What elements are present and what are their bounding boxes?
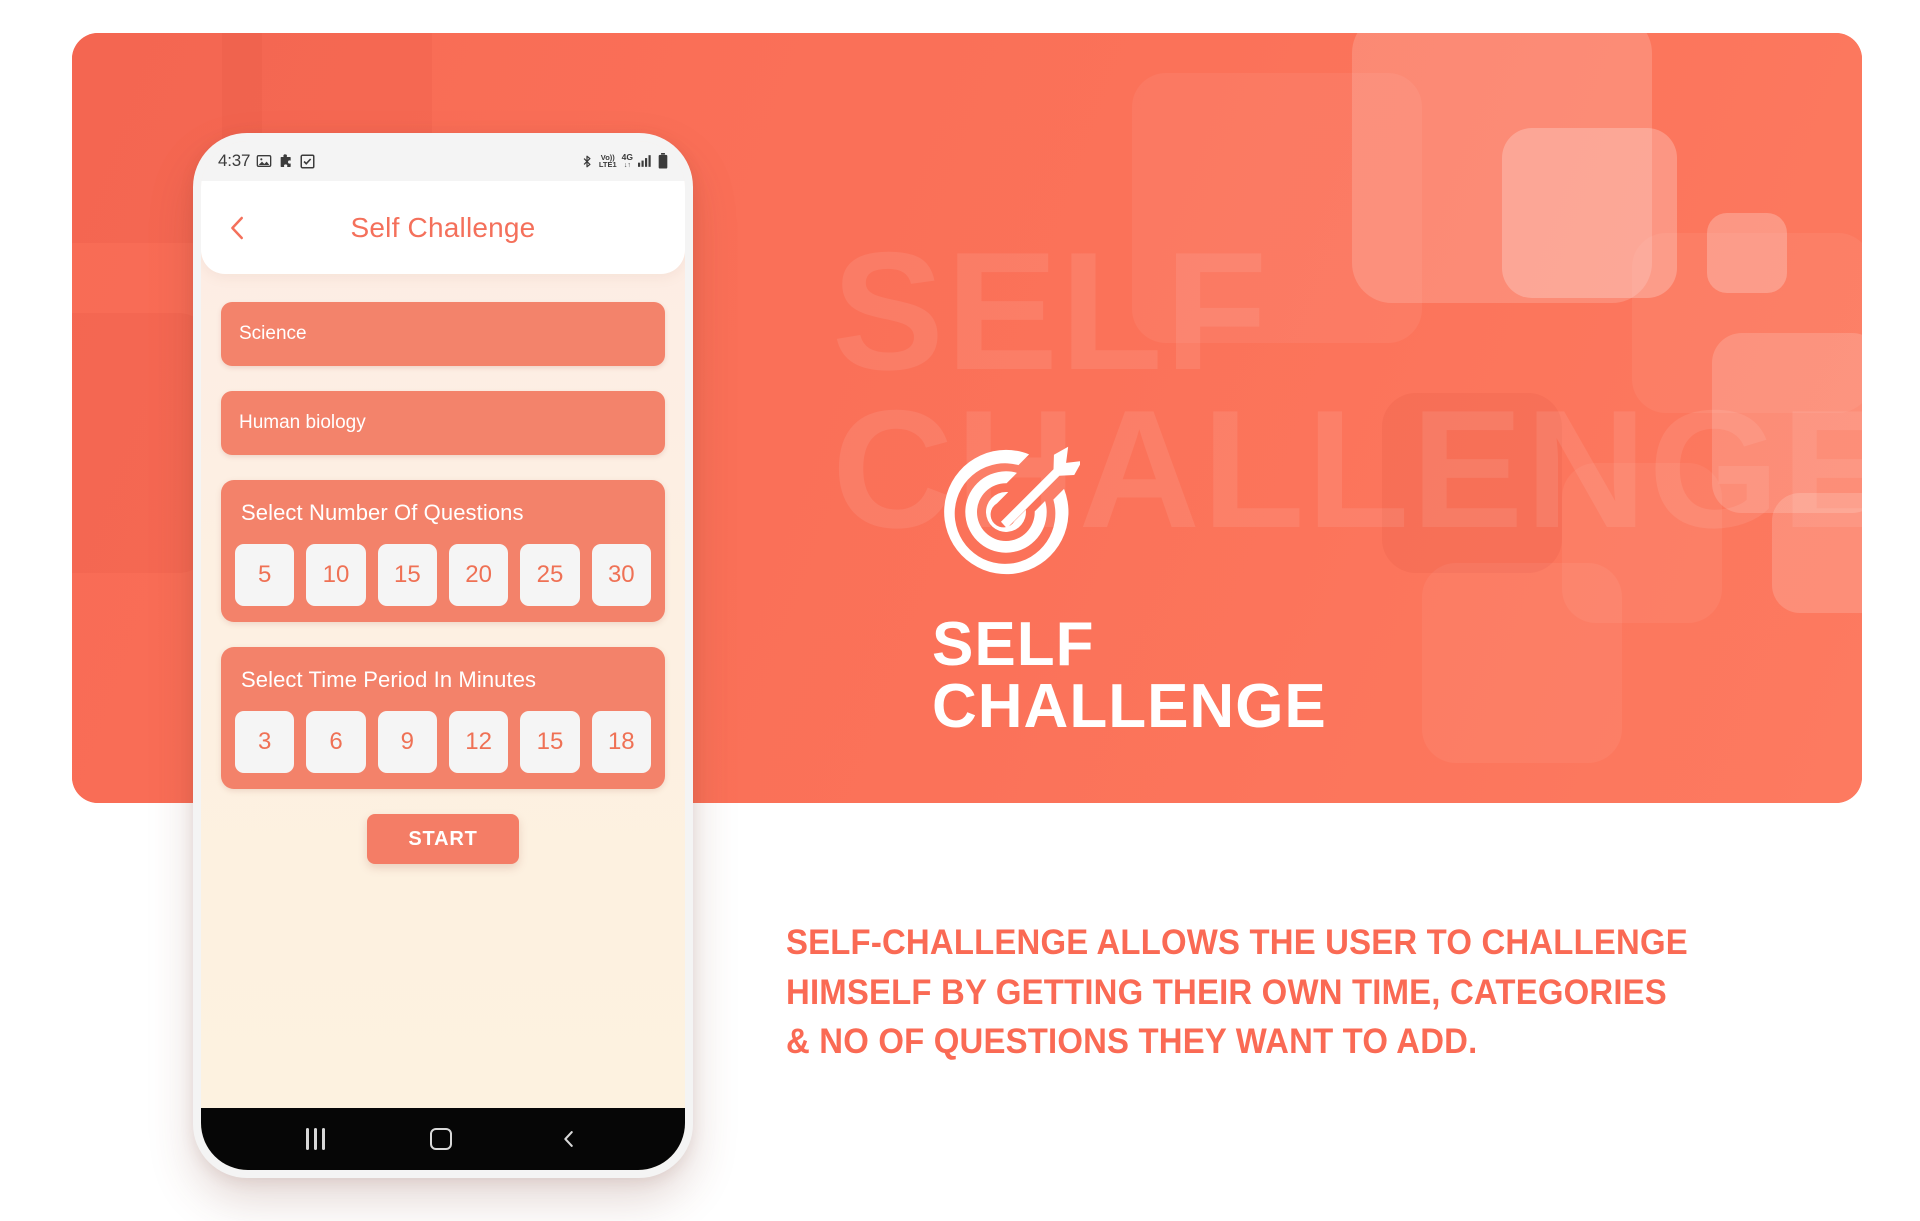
time-period-chip[interactable]: 3	[235, 711, 295, 773]
time-period-chip[interactable]: 18	[591, 711, 651, 773]
questions-count-chips: 5 10 15 20 25 30	[235, 544, 651, 606]
logo-lockup: SELF CHALLENGE	[932, 438, 1327, 738]
time-period-group: Select Time Period In Minutes 3 6 9 12 1…	[221, 647, 665, 789]
bluetooth-icon	[583, 155, 591, 167]
decor-square	[72, 313, 212, 573]
phone-screen: 4:37 Vo)) LTE1 4G ↓↑ Self Challenge Scie…	[201, 141, 685, 1170]
home-icon[interactable]	[430, 1128, 453, 1150]
screen-content: Science Human biology Select Number Of Q…	[201, 274, 685, 864]
subcategory-dropdown-value: Human biology	[239, 412, 366, 433]
start-button[interactable]: START	[367, 814, 519, 864]
network-label: 4G	[621, 152, 633, 163]
battery-icon	[658, 153, 668, 169]
category-dropdown[interactable]: Science	[221, 302, 665, 366]
phone-mockup: 4:37 Vo)) LTE1 4G ↓↑ Self Challenge Scie…	[193, 133, 693, 1178]
decor-square	[1422, 563, 1622, 763]
image-icon	[256, 155, 272, 167]
back-chevron-icon[interactable]	[223, 213, 253, 243]
start-button-row: START	[221, 814, 665, 864]
status-bar-right: Vo)) LTE1 4G ↓↑	[580, 153, 668, 170]
question-count-chip[interactable]: 15	[377, 544, 437, 606]
android-nav-bar	[201, 1108, 685, 1170]
puzzle-icon	[280, 154, 291, 167]
signal-bars-icon	[638, 155, 651, 167]
time-period-chip[interactable]: 12	[448, 711, 509, 773]
question-count-chip[interactable]: 10	[306, 544, 366, 606]
status-bar-left: 4:37	[218, 151, 315, 171]
caption-text: SELF-CHALLENGE ALLOWS THE USER TO CHALLE…	[786, 923, 1688, 1062]
question-count-chip[interactable]: 30	[591, 544, 651, 606]
target-dart-icon	[944, 446, 1080, 575]
network-arrows: ↓↑	[623, 161, 631, 169]
status-time: 4:37	[218, 151, 251, 170]
page-root: SELF CHALLENGE SELF CHALLENGE SELF-CHALL…	[0, 0, 1920, 1221]
status-bar: 4:37 Vo)) LTE1 4G ↓↑	[201, 141, 685, 181]
page-title: Self Challenge	[350, 211, 536, 243]
time-period-chip[interactable]: 9	[377, 711, 437, 773]
back-icon[interactable]	[558, 1128, 580, 1150]
network-indicator: 4G ↓↑	[622, 153, 633, 169]
questions-count-group: Select Number Of Questions 5 10 15 20 25…	[221, 480, 665, 622]
recents-icon[interactable]	[305, 1128, 325, 1150]
subcategory-dropdown[interactable]: Human biology	[221, 391, 665, 455]
app-bar: Self Challenge	[201, 181, 685, 274]
question-count-chip[interactable]: 5	[235, 544, 295, 606]
wordmark-text: SELF CHALLENGE	[932, 610, 1327, 741]
category-dropdown-value: Science	[239, 323, 307, 344]
time-period-label: Select Time Period In Minutes	[241, 667, 537, 692]
volte-indicator: Vo)) LTE1	[598, 153, 617, 169]
questions-count-label: Select Number Of Questions	[241, 500, 524, 525]
checkbox-icon	[300, 154, 315, 168]
question-count-chip[interactable]: 20	[448, 544, 509, 606]
volte-line2: LTE1	[598, 160, 617, 169]
time-period-chips: 3 6 9 12 15 18	[235, 711, 651, 773]
time-period-chip[interactable]: 6	[306, 711, 366, 773]
time-period-chip[interactable]: 15	[520, 711, 580, 773]
question-count-chip[interactable]: 25	[520, 544, 580, 606]
